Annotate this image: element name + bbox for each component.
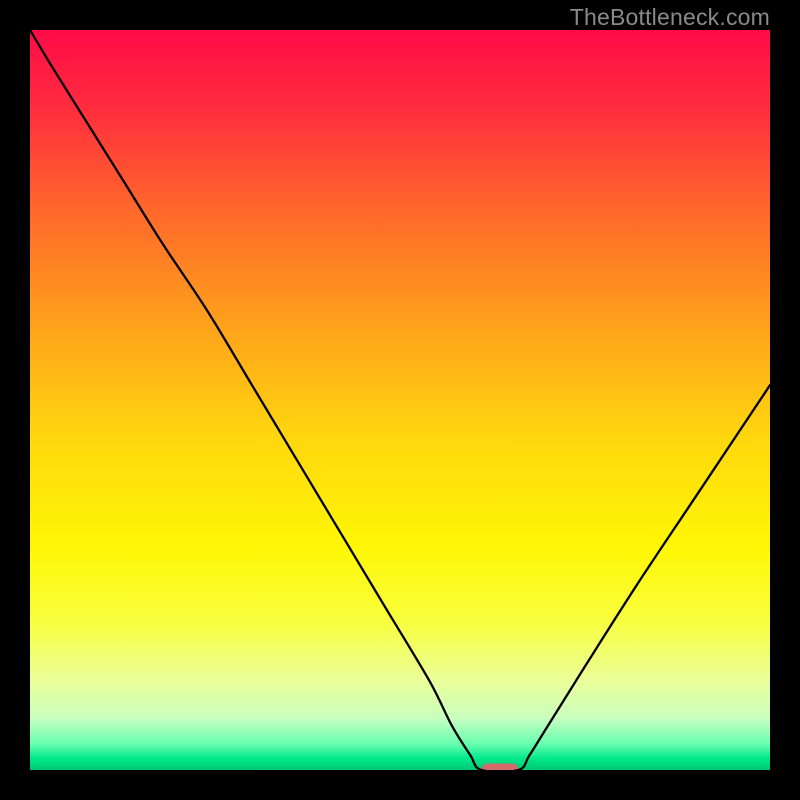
watermark-text: TheBottleneck.com (570, 4, 770, 31)
chart-frame: TheBottleneck.com (0, 0, 800, 800)
chart-svg (30, 30, 770, 770)
plot-area (30, 30, 770, 770)
chart-background (30, 30, 770, 770)
result-marker (481, 764, 518, 771)
